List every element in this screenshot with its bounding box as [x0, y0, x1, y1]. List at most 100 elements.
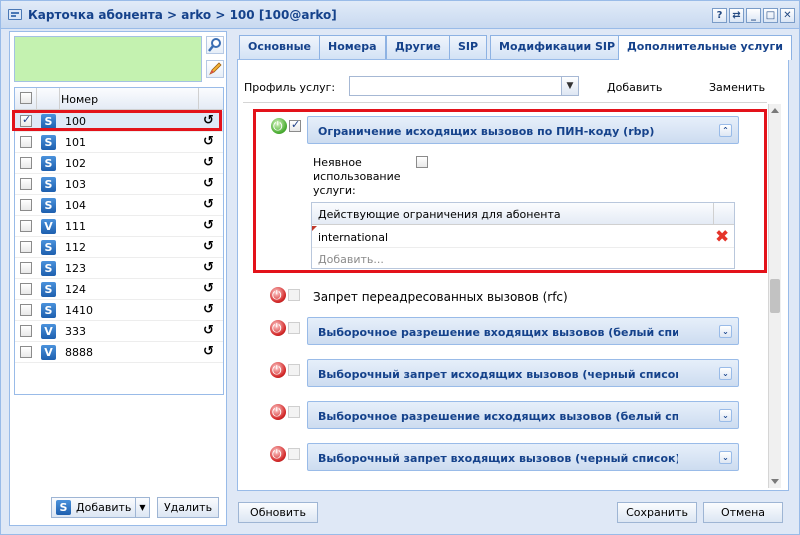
number-label: 123 — [65, 262, 86, 275]
refresh-button[interactable]: Обновить — [238, 502, 318, 523]
filter-area[interactable] — [14, 36, 202, 82]
cancel-button[interactable]: Отмена — [703, 502, 783, 523]
help-button[interactable]: ? — [712, 8, 727, 23]
number-row[interactable]: S 102 ↺ — [15, 153, 223, 174]
tab-other[interactable]: Другие — [386, 35, 450, 59]
number-row[interactable]: S 1410 ↺ — [15, 300, 223, 321]
collapse-icon[interactable]: ⌃ — [719, 124, 732, 137]
power-off-icon[interactable] — [270, 446, 286, 462]
scroll-up-icon[interactable] — [771, 108, 779, 113]
delete-icon[interactable]: ✖ — [715, 227, 729, 247]
header-separator — [198, 88, 199, 109]
history-icon[interactable]: ↺ — [203, 155, 214, 170]
history-icon[interactable]: ↺ — [203, 302, 214, 317]
sip-number-icon: S — [41, 156, 56, 171]
row-checkbox[interactable] — [20, 113, 32, 127]
sip-number-icon: S — [41, 240, 56, 255]
number-row[interactable]: S 101 ↺ — [15, 132, 223, 153]
number-row[interactable]: V 111 ↺ — [15, 216, 223, 237]
sip-number-icon: S — [41, 261, 56, 276]
row-checkbox[interactable] — [20, 241, 32, 253]
expand-icon[interactable]: ⌄ — [719, 451, 732, 464]
rbp-enable-checkbox[interactable] — [289, 118, 301, 132]
select-all-checkbox[interactable] — [20, 92, 32, 104]
select-all-cell — [15, 88, 37, 109]
tab-sip-modifications[interactable]: Модификации SIP — [490, 35, 625, 59]
scroll-thumb[interactable] — [770, 279, 780, 313]
number-row[interactable]: S 112 ↺ — [15, 237, 223, 258]
type-header — [37, 88, 60, 109]
history-icon[interactable]: ↺ — [203, 344, 214, 359]
history-icon[interactable]: ↺ — [203, 134, 214, 149]
implicit-use-checkbox[interactable] — [416, 156, 428, 168]
power-on-icon[interactable] — [271, 118, 287, 134]
row-checkbox[interactable] — [20, 262, 32, 274]
profile-replace-button[interactable]: Заменить — [709, 81, 765, 94]
profile-select[interactable]: ▼ — [349, 76, 579, 96]
number-row[interactable]: S 104 ↺ — [15, 195, 223, 216]
add-number-button[interactable]: S Добавить ▼ — [51, 497, 150, 518]
row-checkbox[interactable] — [20, 220, 32, 232]
row-checkbox[interactable] — [20, 199, 32, 211]
virtual-number-icon: V — [41, 219, 56, 234]
profile-add-button[interactable]: Добавить — [607, 81, 662, 94]
restore-button[interactable]: ⇄ — [729, 8, 744, 23]
history-icon[interactable]: ↺ — [203, 197, 214, 212]
row-checkbox[interactable] — [20, 346, 32, 358]
blacklist-outgoing-header[interactable]: Выборочный запрет исходящих вызовов (чер… — [307, 359, 739, 387]
history-icon[interactable]: ↺ — [203, 260, 214, 275]
delete-number-button[interactable]: Удалить — [157, 497, 219, 518]
restrictions-grid: Действующие ограничения для абонента int… — [311, 202, 735, 269]
search-icon[interactable] — [206, 36, 224, 54]
tab-sip[interactable]: SIP — [449, 35, 488, 59]
service-title: Выборочное разрешение исходящих вызовов … — [318, 410, 678, 423]
tab-additional-services[interactable]: Дополнительные услуги — [618, 35, 792, 60]
row-checkbox[interactable] — [20, 136, 32, 148]
history-icon[interactable]: ↺ — [203, 113, 214, 128]
history-icon[interactable]: ↺ — [203, 323, 214, 338]
dirty-marker — [312, 226, 317, 231]
tab-numbers[interactable]: Номера — [319, 35, 386, 59]
chevron-down-icon[interactable]: ▼ — [135, 498, 149, 517]
number-row[interactable]: V 8888 ↺ — [15, 342, 223, 363]
number-label: 103 — [65, 178, 86, 191]
chevron-down-icon[interactable]: ▼ — [561, 77, 578, 95]
number-row[interactable]: S 100 ↺ — [15, 111, 223, 132]
blacklist-incoming-header[interactable]: Выборочный запрет входящих вызовов (черн… — [307, 443, 739, 471]
history-icon[interactable]: ↺ — [203, 281, 214, 296]
number-row[interactable]: S 123 ↺ — [15, 258, 223, 279]
maximize-button[interactable]: □ — [763, 8, 778, 23]
sip-number-icon: S — [41, 135, 56, 150]
expand-icon[interactable]: ⌄ — [719, 367, 732, 380]
scroll-down-icon[interactable] — [771, 479, 779, 484]
restriction-row[interactable]: international ✖ — [312, 226, 734, 248]
rbp-service-header[interactable]: Ограничение исходящих вызовов по ПИН-код… — [307, 116, 739, 144]
whitelist-outgoing-header[interactable]: Выборочное разрешение исходящих вызовов … — [307, 401, 739, 429]
add-restriction-input[interactable]: Добавить... — [318, 253, 384, 266]
minimize-button[interactable]: _ — [746, 8, 761, 23]
history-icon[interactable]: ↺ — [203, 239, 214, 254]
history-icon[interactable]: ↺ — [203, 218, 214, 233]
history-icon[interactable]: ↺ — [203, 176, 214, 191]
whitelist-incoming-header[interactable]: Выборочное разрешение входящих вызовов (… — [307, 317, 739, 345]
number-row[interactable]: V 333 ↺ — [15, 321, 223, 342]
expand-icon[interactable]: ⌄ — [719, 409, 732, 422]
power-off-icon[interactable] — [270, 320, 286, 336]
power-off-icon[interactable] — [270, 404, 286, 420]
close-button[interactable]: ✕ — [780, 8, 795, 23]
expand-icon[interactable]: ⌄ — [719, 325, 732, 338]
sip-number-icon: S — [41, 177, 56, 192]
row-checkbox[interactable] — [20, 178, 32, 190]
row-checkbox[interactable] — [20, 157, 32, 169]
row-checkbox[interactable] — [20, 304, 32, 316]
row-checkbox[interactable] — [20, 325, 32, 337]
tab-main[interactable]: Основные — [239, 35, 320, 59]
save-button[interactable]: Сохранить — [617, 502, 697, 523]
power-off-icon[interactable] — [270, 287, 286, 303]
number-row[interactable]: S 124 ↺ — [15, 279, 223, 300]
number-row[interactable]: S 103 ↺ — [15, 174, 223, 195]
edit-icon[interactable] — [206, 60, 224, 78]
row-checkbox[interactable] — [20, 283, 32, 295]
power-off-icon[interactable] — [270, 362, 286, 378]
services-scrollbar[interactable] — [768, 104, 781, 488]
